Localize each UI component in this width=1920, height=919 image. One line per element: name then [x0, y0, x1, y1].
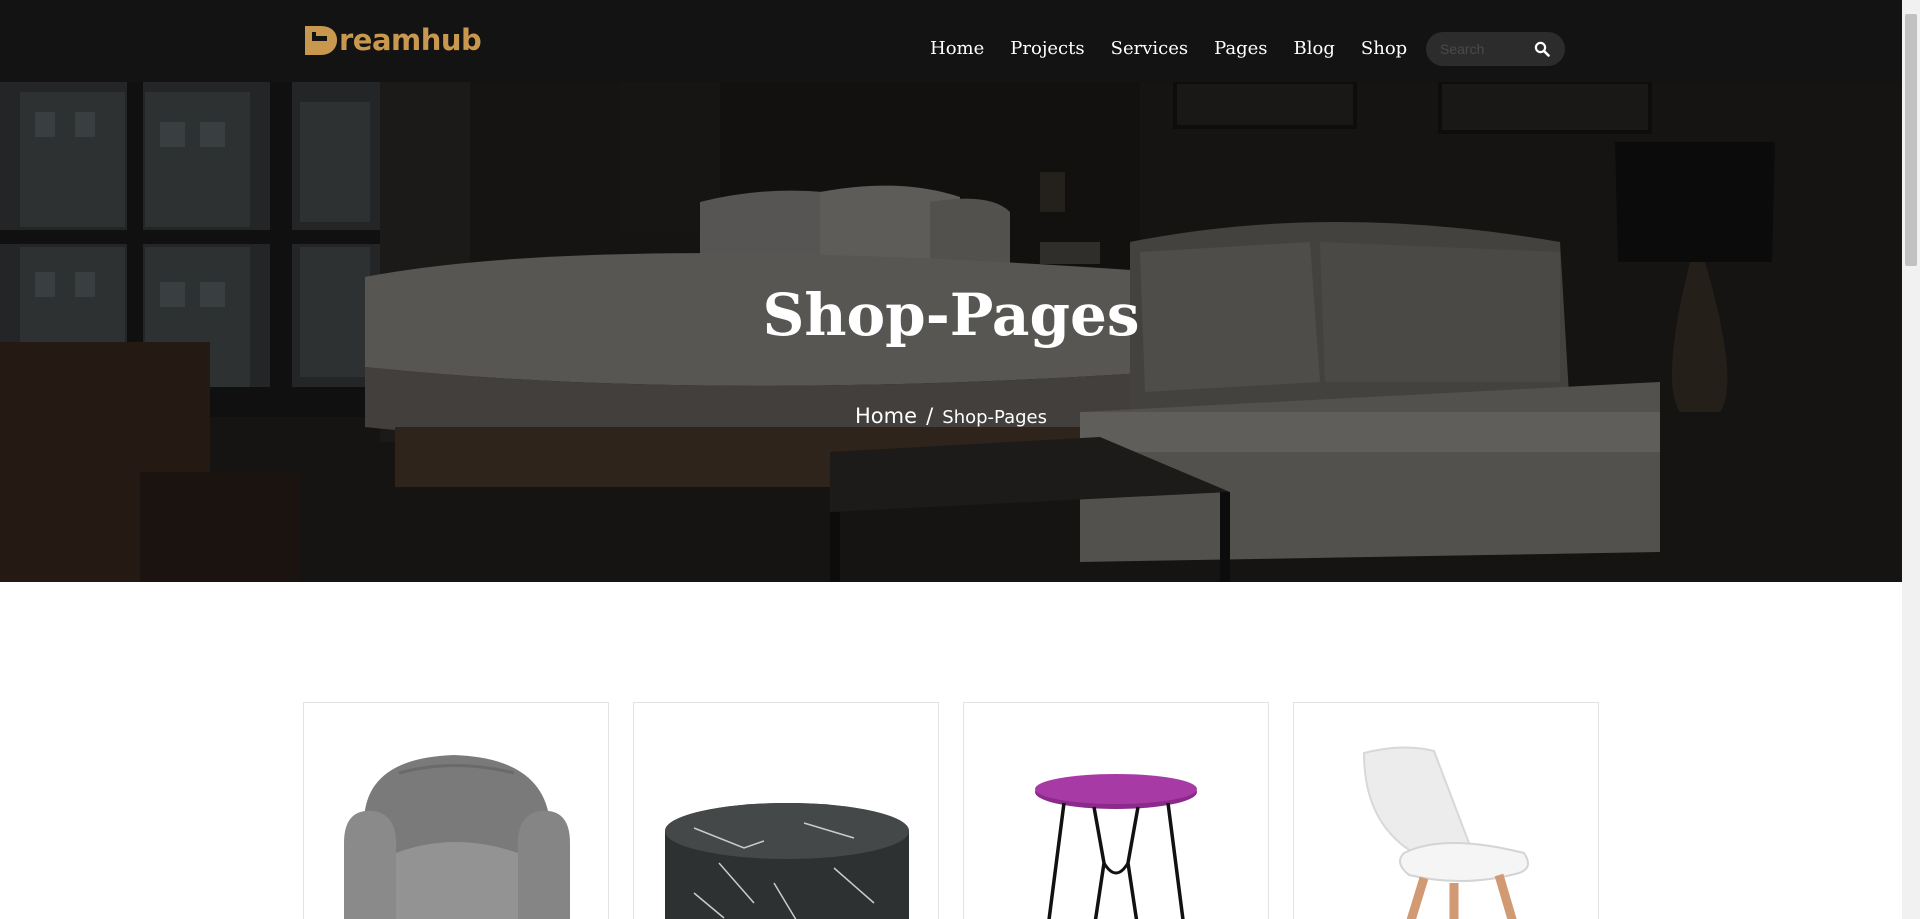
page-banner: Shop-Pages Home / Shop-Pages — [0, 82, 1902, 582]
breadcrumb-separator: / — [926, 404, 934, 428]
product-card-purple-table[interactable] — [963, 702, 1269, 919]
product-card-white-chair[interactable] — [1293, 702, 1599, 919]
brand-name: reamhub — [339, 23, 482, 57]
white-chair-image — [1362, 746, 1529, 919]
purple-side-table-image — [1035, 774, 1197, 919]
breadcrumb-current: Shop-Pages — [942, 407, 1047, 428]
nav-item-home[interactable]: Home — [930, 33, 984, 65]
nav-item-shop[interactable]: Shop — [1361, 33, 1407, 65]
logo-mark-icon — [305, 26, 337, 55]
product-card-armchair[interactable] — [303, 702, 609, 919]
breadcrumb: Home / Shop-Pages — [0, 404, 1902, 428]
breadcrumb-home-link[interactable]: Home — [855, 404, 917, 428]
main-nav: Home Projects Services Pages Blog Shop — [930, 33, 1433, 65]
nav-item-projects[interactable]: Projects — [1010, 33, 1084, 65]
site-header: reamhub Home Projects Services Pages Blo… — [0, 0, 1902, 82]
nav-item-blog[interactable]: Blog — [1294, 33, 1335, 65]
page-scrollbar[interactable] — [1902, 0, 1920, 919]
nav-item-services[interactable]: Services — [1111, 33, 1188, 65]
nav-item-pages[interactable]: Pages — [1214, 33, 1267, 65]
brand-logo[interactable]: reamhub — [303, 22, 482, 58]
product-card-marble-table[interactable] — [633, 702, 939, 919]
search-input[interactable] — [1440, 38, 1530, 60]
search-icon[interactable] — [1534, 41, 1550, 57]
product-grid — [303, 702, 1599, 919]
marble-table-image — [665, 803, 909, 919]
grey-armchair-image — [344, 755, 570, 919]
page-title: Shop-Pages — [762, 281, 1140, 349]
scrollbar-thumb[interactable] — [1905, 14, 1917, 266]
